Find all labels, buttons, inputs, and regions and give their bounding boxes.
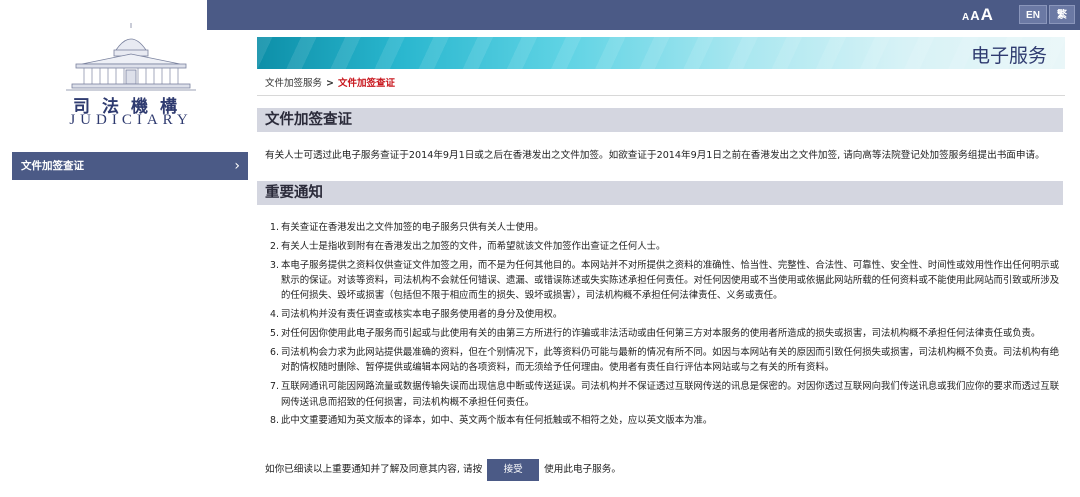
logo-subtitle: JUDICIARY	[69, 112, 193, 128]
list-item-text: 司法机构并没有责任调查或核实本电子服务使用者的身分及使用权。	[281, 309, 563, 321]
font-size-large-button[interactable]: A	[981, 5, 993, 25]
list-item-text: 互联网通讯可能因网路流量或数据传输失误而出现信息中断或传送延误。司法机构并不保证…	[281, 381, 1060, 408]
font-size-controls: AAA	[962, 5, 993, 25]
list-item-text: 司法机构会力求为此网站提供最准确的资料，但在个别情况下，此等资料仍可能与最新的情…	[281, 347, 1060, 374]
list-item-number: 6.	[270, 347, 279, 359]
lang-en-button[interactable]: EN	[1019, 5, 1047, 24]
list-item-number: 2.	[270, 240, 279, 252]
breadcrumb-parent-link[interactable]: 文件加签服务	[265, 78, 322, 89]
accept-prefix-text: 如你已细读以上重要通知并了解及同意其内容, 请按	[265, 464, 483, 475]
list-item-text: 有关查证在香港发出之文件加签的电子服务只供有关人士使用。	[281, 222, 544, 233]
font-size-small-button[interactable]: A	[962, 12, 969, 23]
list-item-number: 5.	[270, 328, 279, 340]
list-item-number: 1.	[270, 222, 279, 233]
page-title: 文件加签查证	[257, 108, 1063, 132]
font-size-medium-button[interactable]: A	[970, 8, 979, 23]
breadcrumb: 文件加签服务 > 文件加签查证	[265, 75, 395, 89]
accept-suffix-text: 使用此电子服务。	[544, 464, 621, 475]
breadcrumb-separator: >	[326, 78, 334, 89]
list-item: 1. 有关查证在香港发出之文件加签的电子服务只供有关人士使用。	[270, 220, 1060, 235]
list-item-text: 本电子服务提供之资料仅供查证文件加签之用，而不是为任何其他目的。本网站并不对所提…	[281, 259, 1060, 302]
list-item: 4. 司法机构并没有责任调查或核实本电子服务使用者的身分及使用权。	[270, 307, 1060, 322]
accept-row: 如你已细读以上重要通知并了解及同意其内容, 请按 接受 使用此电子服务。	[265, 459, 621, 481]
lang-tc-button[interactable]: 繁	[1049, 5, 1075, 24]
breadcrumb-divider	[257, 95, 1065, 96]
breadcrumb-current: 文件加签查证	[337, 78, 395, 89]
sidebar-item-label: 文件加签查证	[21, 160, 84, 172]
banner-title: 电子服务	[970, 45, 1047, 67]
list-item-number: 7.	[270, 381, 279, 393]
top-bar-band	[207, 0, 1080, 30]
list-item: 6. 司法机构会力求为此网站提供最准确的资料，但在个别情况下，此等资料仍可能与最新…	[270, 345, 1060, 376]
list-item: 8. 此中文重要通知为英文版本的译本，如中、英文两个版本有任何抵触或不相符之处，应…	[270, 413, 1060, 428]
list-item: 5. 对任何因你使用此电子服务而引起或与此使用有关的由第三方所进行的诈骗或非法活动…	[270, 326, 1060, 341]
notice-heading: 重要通知	[257, 181, 1063, 205]
list-item-text: 此中文重要通知为英文版本的译本，如中、英文两个版本有任何抵触或不相符之处，应以英…	[281, 415, 713, 427]
list-item-text: 有关人士是指收到附有在香港发出之加签的文件，而希望就该文件加签作出查证之任何人士…	[281, 240, 666, 252]
accept-button[interactable]: 接受	[487, 459, 540, 481]
banner-pattern: 电子服务	[257, 37, 1065, 69]
list-item-text: 对任何因你使用此电子服务而引起或与此使用有关的由第三方所进行的诈骗或非法活动或由…	[281, 328, 1041, 340]
list-item: 7. 互联网通讯可能因网路流量或数据传输失误而出现信息中断或传送延误。司法机构并不…	[270, 379, 1060, 410]
list-item: 2. 有关人士是指收到附有在香港发出之加签的文件，而希望就该文件加签作出查证之任何…	[270, 239, 1060, 254]
list-item-number: 3.	[270, 259, 279, 271]
list-item-number: 8.	[270, 415, 279, 427]
notice-list: 1. 有关查证在香港发出之文件加签的电子服务只供有关人士使用。 2. 有关人士是指收…	[270, 220, 1060, 432]
intro-text: 有关人士可透过此电子服务查证于2014年9月1日或之后在香港发出之文件加签。如欲…	[265, 150, 1045, 161]
list-item-number: 4.	[270, 309, 279, 321]
list-item: 3. 本电子服务提供之资料仅供查证文件加签之用，而不是为任何其他目的。本网站并不对…	[270, 258, 1060, 304]
sidebar-item-document-verification[interactable]: 文件加签查证 ›	[12, 152, 248, 180]
chevron-right-icon: ›	[234, 158, 240, 174]
